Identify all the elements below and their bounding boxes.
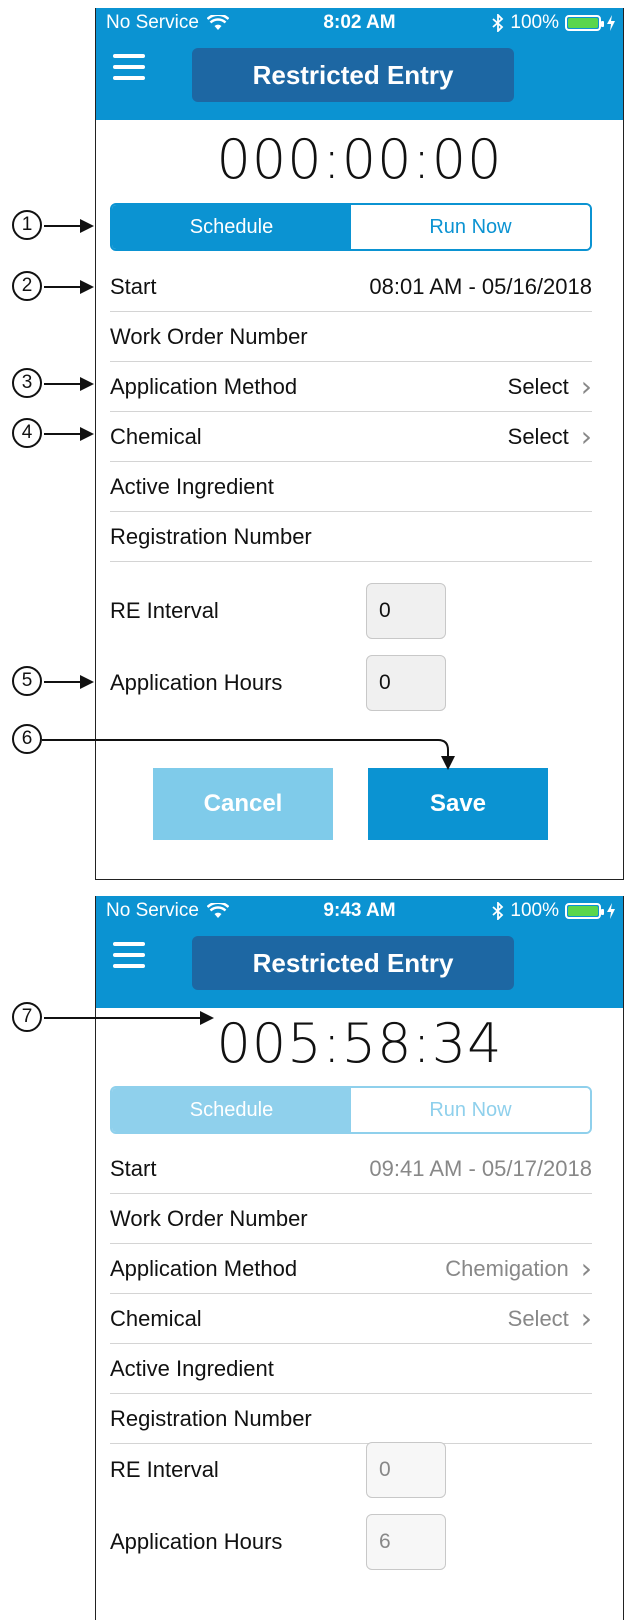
start-label: Start <box>110 273 157 299</box>
arrow-head-icon <box>80 377 94 391</box>
application-hours-field: Application Hours 6 <box>110 1514 592 1570</box>
tab-run-now[interactable]: Run Now <box>351 1088 590 1132</box>
re-interval-input[interactable]: 0 <box>366 1442 446 1498</box>
chevron-right-icon: › <box>580 419 592 453</box>
charging-icon <box>607 903 615 919</box>
callout-arrow <box>44 1017 202 1019</box>
work-order-row[interactable]: Work Order Number <box>110 1194 592 1244</box>
work-order-label: Work Order Number <box>110 1205 308 1231</box>
start-row[interactable]: Start 08:01 AM - 05/16/2018 <box>110 262 592 312</box>
tab-run-now[interactable]: Run Now <box>351 205 590 249</box>
start-value: 08:01 AM - 05/16/2018 <box>369 273 592 299</box>
battery-percent: 100% <box>510 12 559 33</box>
chevron-right-icon: › <box>580 1251 592 1285</box>
chemical-label: Chemical <box>110 423 202 449</box>
callout-arrow <box>44 286 80 288</box>
application-method-label: Application Method <box>110 1255 298 1281</box>
charging-icon <box>607 15 615 31</box>
tab-schedule[interactable]: Schedule <box>112 1088 351 1132</box>
active-ingredient-row[interactable]: Active Ingredient <box>110 462 592 512</box>
chevron-right-icon: › <box>580 1301 592 1335</box>
bluetooth-icon <box>492 14 504 32</box>
arrow-head-icon <box>80 219 94 233</box>
status-bar: No Service 9:43 AM 100% <box>96 896 623 926</box>
callout-5: 5 <box>12 666 42 696</box>
page-title: Restricted Entry <box>192 936 514 990</box>
work-order-label: Work Order Number <box>110 323 308 349</box>
callout-arrow <box>44 225 80 227</box>
registration-number-row[interactable]: Registration Number <box>110 512 592 562</box>
callout-arrow <box>44 433 80 435</box>
application-method-value: Chemigation <box>445 1255 569 1281</box>
battery-icon <box>565 903 604 919</box>
re-interval-label: RE Interval <box>110 1457 219 1482</box>
chemical-value: Select <box>507 423 569 449</box>
battery-percent: 100% <box>510 900 559 921</box>
re-interval-field: RE Interval 0 <box>110 1442 592 1498</box>
arrow-head-icon <box>80 675 94 689</box>
nav-bar: Restricted Entry <box>96 926 623 1008</box>
application-hours-label: Application Hours <box>110 1529 283 1554</box>
countdown-timer: 000:00:00 <box>216 128 503 191</box>
re-interval-input[interactable]: 0 <box>366 583 446 639</box>
callout-arrow <box>44 681 80 683</box>
schedule-segmented-control: Schedule Run Now <box>110 203 592 251</box>
nav-bar: Restricted Entry <box>96 38 623 120</box>
start-value: 09:41 AM - 05/17/2018 <box>369 1155 592 1181</box>
start-row[interactable]: Start 09:41 AM - 05/17/2018 <box>110 1144 592 1194</box>
registration-number-label: Registration Number <box>110 523 312 549</box>
chemical-row[interactable]: Chemical Select › <box>110 412 592 462</box>
re-interval-label: RE Interval <box>110 598 219 623</box>
callout-arrow <box>44 383 80 385</box>
application-hours-label: Application Hours <box>110 670 283 695</box>
bluetooth-icon <box>492 902 504 920</box>
start-label: Start <box>110 1155 157 1181</box>
application-method-label: Application Method <box>110 373 298 399</box>
screenshot-bottom: No Service 9:43 AM 100% Restricted Entry… <box>95 896 624 1620</box>
registration-number-label: Registration Number <box>110 1405 312 1431</box>
arrow-head-icon <box>200 1011 214 1025</box>
active-ingredient-label: Active Ingredient <box>110 473 274 499</box>
hamburger-menu-icon[interactable] <box>113 942 145 968</box>
page-title: Restricted Entry <box>192 48 514 102</box>
callout-4: 4 <box>12 418 42 448</box>
callout-3: 3 <box>12 368 42 398</box>
application-hours-field: Application Hours 0 <box>110 655 592 711</box>
work-order-row[interactable]: Work Order Number <box>110 312 592 362</box>
application-hours-input[interactable]: 0 <box>366 655 446 711</box>
active-ingredient-label: Active Ingredient <box>110 1355 274 1381</box>
countdown-timer: 005:58:34 <box>216 1012 503 1075</box>
callout-arrow <box>42 739 455 770</box>
save-button[interactable]: Save <box>368 768 548 840</box>
active-ingredient-row[interactable]: Active Ingredient <box>110 1344 592 1394</box>
chemical-label: Chemical <box>110 1305 202 1331</box>
application-method-value: Select <box>507 373 569 399</box>
application-method-row[interactable]: Application Method Chemigation › <box>110 1244 592 1294</box>
chevron-right-icon: › <box>580 369 592 403</box>
registration-number-row[interactable]: Registration Number <box>110 1394 592 1444</box>
arrow-head-icon <box>80 280 94 294</box>
arrow-head-icon <box>80 427 94 441</box>
callout-7: 7 <box>12 1002 42 1032</box>
status-bar: No Service 8:02 AM 100% <box>96 8 623 38</box>
callout-1: 1 <box>12 210 42 240</box>
callout-6: 6 <box>12 724 42 754</box>
schedule-segmented-control: Schedule Run Now <box>110 1086 592 1134</box>
hamburger-menu-icon[interactable] <box>113 54 145 80</box>
re-interval-field: RE Interval 0 <box>110 583 592 639</box>
application-hours-input[interactable]: 6 <box>366 1514 446 1570</box>
battery-icon <box>565 15 604 31</box>
chemical-value: Select <box>507 1305 569 1331</box>
chemical-row[interactable]: Chemical Select › <box>110 1294 592 1344</box>
cancel-button[interactable]: Cancel <box>153 768 333 840</box>
application-method-row[interactable]: Application Method Select › <box>110 362 592 412</box>
callout-2: 2 <box>12 271 42 301</box>
tab-schedule[interactable]: Schedule <box>112 205 351 249</box>
